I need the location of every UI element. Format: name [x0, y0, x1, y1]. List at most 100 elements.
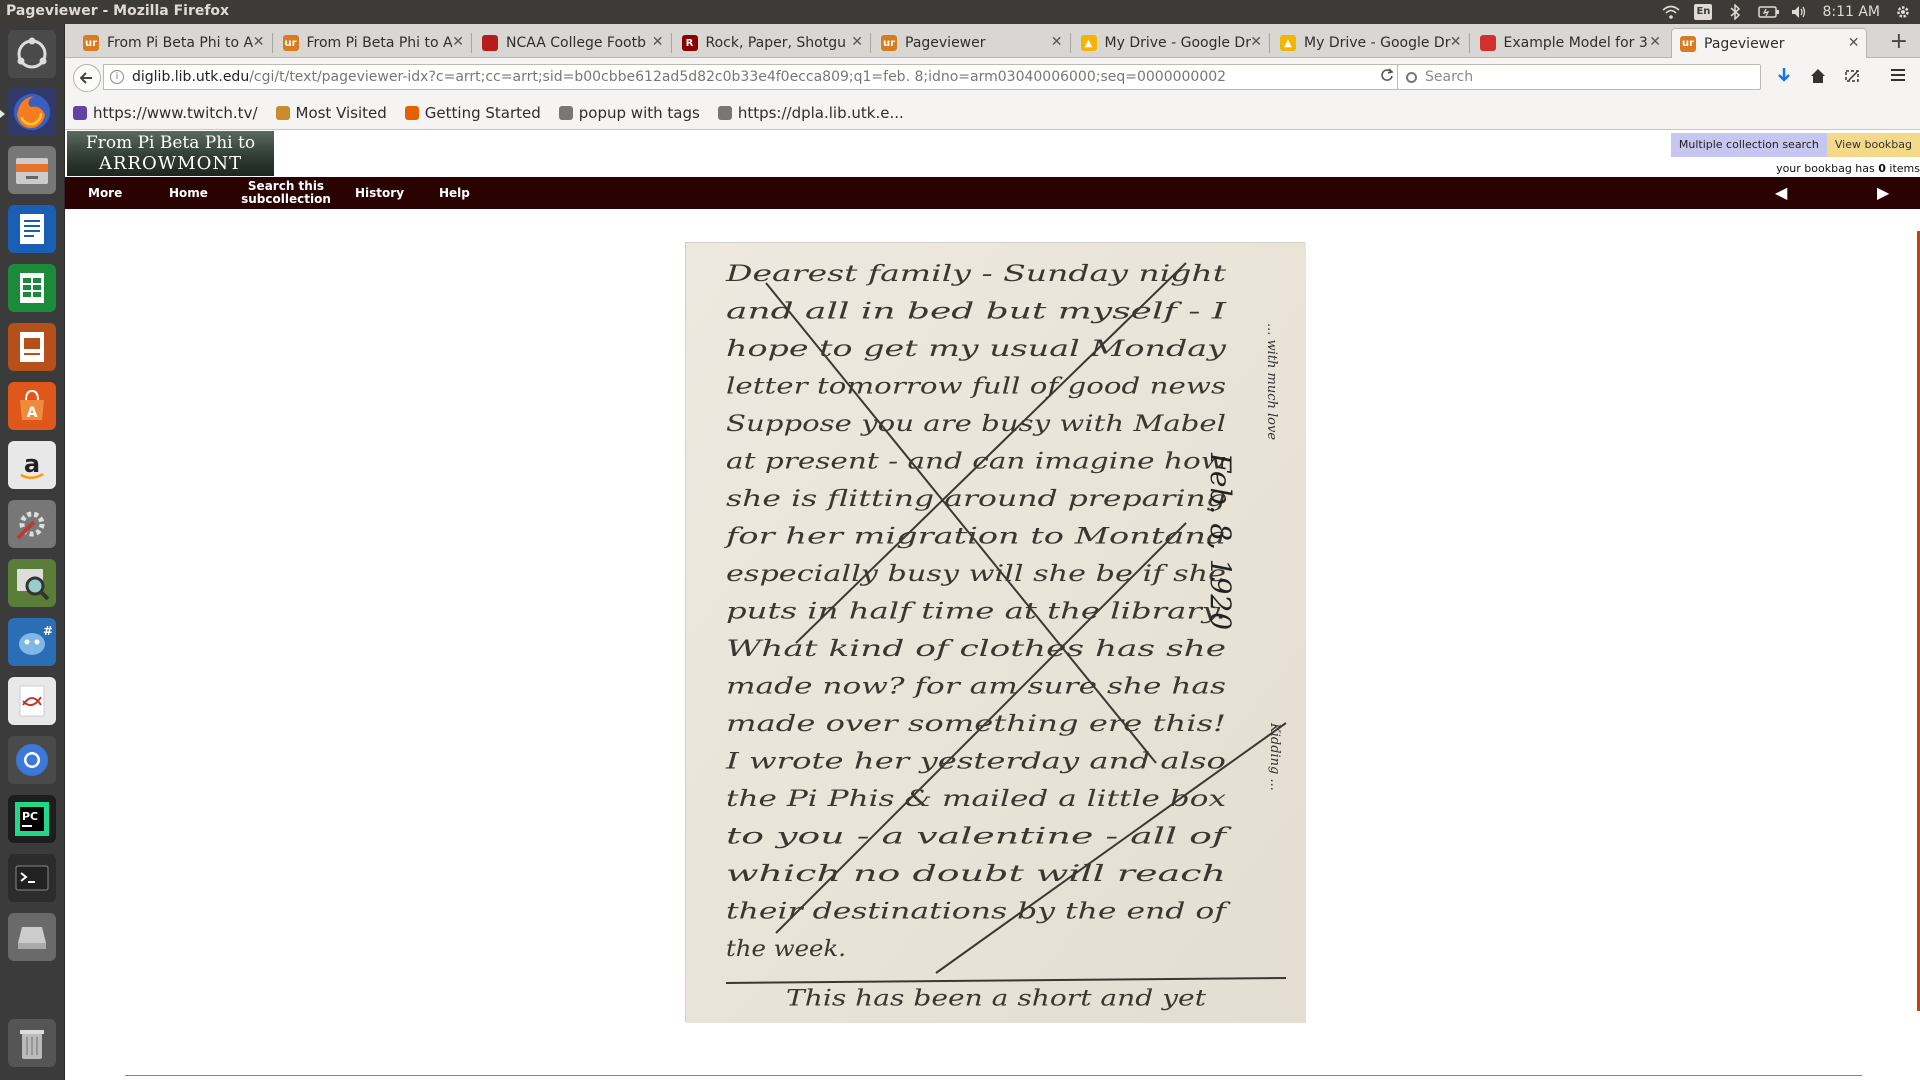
letter-line: which no doubt will reach	[726, 862, 1226, 887]
letter-line: hope to get my usual Monday	[726, 337, 1227, 362]
home-icon[interactable]	[1807, 67, 1829, 87]
search-icon	[1406, 71, 1417, 83]
pycharm-icon[interactable]: PC	[8, 795, 56, 843]
tab-separator	[1269, 33, 1270, 53]
bookbag-count: 0	[1878, 162, 1886, 175]
new-tab-button[interactable]: +	[1890, 29, 1908, 54]
tab-label: Pageviewer	[905, 35, 986, 51]
chromium-icon[interactable]	[8, 736, 56, 784]
tab-separator	[1069, 33, 1071, 53]
letter-line: I wrote her yesterday and also	[725, 750, 1226, 775]
file-manager-icon[interactable]	[8, 146, 56, 194]
bookmark-item[interactable]: Most Visited	[275, 104, 387, 122]
next-page-arrow[interactable]: ▶	[1877, 183, 1889, 202]
impress-icon[interactable]	[8, 323, 56, 371]
view-bookbag-button[interactable]: View bookbag	[1826, 133, 1920, 157]
collection-logo[interactable]: From Pi Beta Phi to ARROWMONT	[67, 131, 274, 176]
tab-close-icon[interactable]: ✕	[652, 34, 664, 50]
bookmark-icon	[558, 105, 573, 120]
letter-line: This has been a short and yet	[786, 987, 1206, 1012]
nav-search-subcollection[interactable]: Search this subcollection	[241, 177, 331, 209]
firefox-icon[interactable]	[8, 88, 56, 136]
prev-page-arrow[interactable]: ◀	[1775, 183, 1787, 202]
back-button[interactable]	[73, 64, 101, 92]
browser-tab[interactable]: Example Model for 3 ✕	[1472, 28, 1668, 58]
tab-close-icon[interactable]: ✕	[1848, 35, 1860, 51]
wifi-icon[interactable]	[1662, 4, 1680, 20]
tab-close-icon[interactable]: ✕	[1051, 34, 1063, 50]
bookmark-item[interactable]: https://www.twitch.tv/	[73, 104, 258, 122]
trash-icon[interactable]	[8, 1019, 56, 1067]
pdf-reader-icon[interactable]	[8, 677, 56, 725]
system-clock[interactable]: 8:11 AM	[1822, 4, 1880, 20]
bluetooth-icon[interactable]	[1726, 3, 1744, 21]
calc-icon[interactable]	[8, 264, 56, 312]
tab-label: Pageviewer	[1704, 35, 1785, 52]
browser-tab[interactable]: R Rock, Paper, Shotgu ✕	[674, 28, 870, 58]
reload-icon[interactable]	[1380, 68, 1394, 86]
nav-help[interactable]: Help	[439, 177, 470, 209]
letter-line: puts in half time at the library.	[726, 600, 1226, 625]
tab-close-icon[interactable]: ✕	[1649, 34, 1661, 50]
browser-tab[interactable]: ur Pageviewer ✕	[1671, 28, 1867, 58]
letter-line: Suppose you are busy with Mabel	[726, 412, 1226, 437]
tab-close-icon[interactable]: ✕	[851, 34, 863, 50]
bookmark-item[interactable]: popup with tags	[558, 104, 700, 122]
letter-line: Dearest family - Sunday night	[724, 262, 1226, 287]
multiple-collection-search-button[interactable]: Multiple collection search	[1670, 133, 1827, 157]
tab-label: Example Model for 3	[1503, 35, 1648, 51]
browser-tab[interactable]: ur Pageviewer ✕	[873, 28, 1069, 58]
nav-home[interactable]: Home	[169, 177, 208, 209]
system-settings-icon[interactable]	[8, 500, 56, 548]
settings-gear-icon[interactable]	[1894, 4, 1912, 20]
battery-icon[interactable]	[1758, 4, 1780, 20]
keyboard-icon[interactable]: En	[1694, 4, 1713, 20]
hamburger-menu-icon[interactable]	[1887, 67, 1909, 87]
tab-favicon-icon	[482, 35, 498, 51]
system-tray: En 8:11 AM	[1662, 0, 1912, 24]
letter-line: especially busy will she be if she	[726, 562, 1226, 587]
tab-label: From Pi Beta Phi to A	[107, 35, 254, 51]
bookmarks-bar: https://www.twitch.tv/Most Visited Gettin…	[65, 96, 1920, 130]
screenshot-icon[interactable]	[1841, 67, 1863, 87]
letter-line: she is flitting around preparing	[726, 487, 1226, 512]
browser-tab[interactable]: ur From Pi Beta Phi to A ✕	[75, 28, 271, 58]
tab-close-icon[interactable]: ✕	[253, 34, 265, 50]
download-icon[interactable]	[1773, 67, 1795, 87]
browser-tab[interactable]: ▲ My Drive - Google Dr ✕	[1073, 28, 1269, 58]
browser-tab[interactable]: ur From Pi Beta Phi to A ✕	[275, 28, 471, 58]
bookbag-suffix: items	[1885, 162, 1920, 175]
bookmark-label: Getting Started	[424, 103, 541, 122]
dash-home-icon[interactable]	[8, 30, 56, 78]
bookmark-item[interactable]: https://dpla.lib.utk.e...	[717, 104, 904, 122]
bookmark-item[interactable]: Getting Started	[404, 103, 541, 122]
window-title: Pageviewer - Mozilla Firefox	[6, 3, 230, 19]
nav-more[interactable]: More	[88, 177, 122, 209]
address-bar[interactable]: i diglib.lib.utk.edu/cgi/t/text/pageview…	[103, 64, 1403, 90]
amazon-icon[interactable]: a	[8, 441, 56, 489]
tab-close-icon[interactable]: ✕	[1450, 34, 1462, 50]
tab-close-icon[interactable]: ✕	[452, 34, 464, 50]
software-center-icon[interactable]: A	[8, 382, 56, 430]
tab-favicon-icon: ▲	[1080, 35, 1097, 51]
browser-tab[interactable]: ▲ My Drive - Google Dr ✕	[1272, 28, 1468, 58]
running-indicator	[0, 110, 5, 118]
tab-favicon-icon: ur	[282, 35, 299, 51]
tab-favicon-icon: ur	[83, 35, 99, 51]
browser-tab[interactable]: NCAA College Footb ✕	[474, 28, 670, 58]
image-viewer-icon[interactable]	[8, 559, 56, 607]
site-info-icon[interactable]: i	[110, 70, 124, 84]
chat-client-icon[interactable]: #	[8, 618, 56, 666]
url-host: diglib.lib.utk.edu	[132, 69, 250, 85]
letter-page-image: Dearest family - Sunday night and all in …	[685, 242, 1306, 1023]
search-input[interactable]: Search	[1397, 64, 1761, 90]
nav-history[interactable]: History	[355, 177, 404, 209]
volume-icon[interactable]	[1790, 4, 1808, 20]
terminal-icon[interactable]	[8, 854, 56, 902]
writer-icon[interactable]	[8, 205, 56, 253]
tab-favicon-icon: ur	[881, 35, 897, 51]
tab-close-icon[interactable]: ✕	[1250, 34, 1262, 50]
margin-note-top: ... with much love	[1264, 323, 1279, 440]
bookmark-label: https://www.twitch.tv/	[93, 103, 258, 122]
drive-mount-icon[interactable]	[8, 913, 56, 961]
